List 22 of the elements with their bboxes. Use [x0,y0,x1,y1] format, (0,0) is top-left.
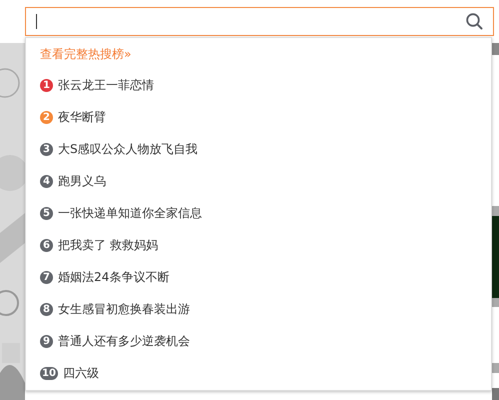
rank-badge: 5 [40,206,53,220]
suggestion-item[interactable]: 婚姻法24条争议不断 [58,268,170,286]
suggestion-item[interactable]: 夜华断臂 [58,108,106,126]
rank-badge: 9 [40,334,53,348]
suggestion-item[interactable]: 一张快递单知道你全家信息 [58,204,202,222]
rank-badge: 8 [40,302,53,316]
rank-badge: 7 [40,270,53,284]
suggestion-item[interactable]: 大S感叹公众人物放飞自我 [58,140,198,158]
suggestion-item[interactable]: 跑男义乌 [58,172,106,190]
rank-badge: 3 [40,142,53,156]
rank-badge: 1 [40,78,53,92]
suggestion-item[interactable]: 四六级 [62,364,99,382]
rank-badge: 4 [40,174,53,188]
suggestion-item[interactable]: 把我卖了 救救妈妈 [58,236,158,254]
search-icon[interactable] [466,13,483,30]
rank-badge: 10 [40,366,58,380]
rank-badge: 6 [40,238,53,252]
suggestion-item[interactable]: 女生感冒初愈换春装出游 [58,300,190,318]
rank-badge: 2 [40,110,53,124]
suggestion-item[interactable]: 普通人还有多少逆袭机会 [58,332,190,350]
search-field[interactable] [25,7,494,36]
suggestion-item[interactable]: 张云龙王一菲恋情 [58,76,154,94]
